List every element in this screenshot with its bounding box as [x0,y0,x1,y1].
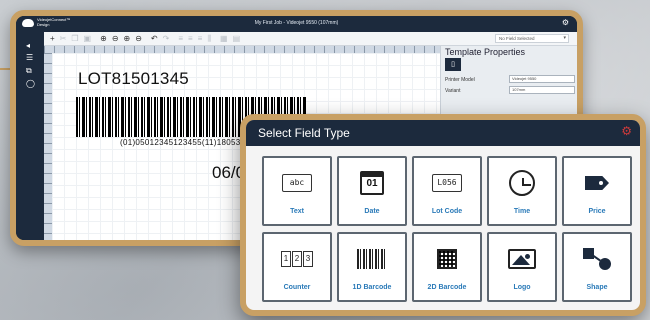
tile-date[interactable]: 01 Date [337,156,407,226]
align-left-icon[interactable]: ≡ [178,34,183,44]
tile-2d-barcode[interactable]: 2D Barcode [412,232,482,302]
tile-label: Logo [513,284,531,291]
zoom-out-icon[interactable]: ⊖ [112,34,119,44]
tile-label: Date [364,208,380,215]
tile-label: Text [290,208,304,215]
dialog-header: Select Field Type ⚙ [246,120,640,146]
tile-logo[interactable]: Logo [487,232,557,302]
calendar-icon: 01 [360,171,384,195]
align-center-icon[interactable]: ≡ [188,34,193,44]
tile-label: Lot Code [431,208,463,215]
ungroup-icon[interactable]: ▤ [233,34,241,44]
price-tag-icon [585,176,609,190]
tile-label: Shape [586,284,608,291]
tile-1d-barcode[interactable]: 1D Barcode [337,232,407,302]
variant-row: Variant 107mm [445,86,577,96]
menu-icon[interactable]: ☰ [26,54,33,62]
zoom-fit-icon[interactable]: ⊕ [124,34,131,44]
properties-title: Template Properties [445,47,526,57]
window-title: My First Job - Videojet 9550 (107mm) [254,20,339,26]
layers-icon[interactable]: ⧉ [26,67,32,75]
tile-lot-code[interactable]: L056 Lot Code [412,156,482,226]
select-field-type-dialog: Select Field Type ⚙ abc Text 01 Date L05… [240,114,646,316]
gear-icon[interactable]: ⚙ [562,19,569,27]
lot-code-field[interactable]: LOT81501345 [78,69,189,89]
zoom-reset-icon[interactable]: ⊖ [135,34,142,44]
collapse-arrow-icon[interactable]: ◂ [26,42,30,50]
copy-icon[interactable]: ❐ [71,34,78,44]
title-bar: VideojetConnect™ Design My First Job - V… [16,16,577,32]
redo-icon[interactable]: ↷ [163,34,170,44]
undo-icon[interactable]: ↶ [151,34,158,44]
variant-field[interactable]: 107mm [509,86,575,94]
image-icon [508,249,536,269]
barcode-human-readable: (01)05012345123455(11)18053 [120,138,241,147]
document-icon[interactable]: ▯ [445,58,461,71]
close-icon[interactable]: ⚙ [621,125,632,137]
counter-icon: 123 [281,251,313,267]
comment-icon[interactable]: ◯ [26,80,35,88]
add-icon[interactable]: + [50,34,55,44]
distribute-icon[interactable]: ⫼ [207,34,211,44]
tile-text[interactable]: abc Text [262,156,332,226]
toolbar: + ✂ ❐ ▣ ⊕ ⊖ ⊕ ⊖ ↶ ↷ ≡ ≡ ≡ ⫼ ▦ ▤ No Field… [44,32,577,46]
printer-model-row: Printer Model Videojet 9550 [445,75,577,85]
barcode-icon [357,249,387,269]
clock-icon [509,170,535,196]
cut-icon[interactable]: ✂ [60,34,67,44]
shapes-icon [583,248,611,270]
paste-icon[interactable]: ▣ [84,34,92,44]
dialog-title: Select Field Type [258,126,350,140]
printer-model-field[interactable]: Videojet 9550 [509,75,575,83]
tile-label: Counter [283,284,311,291]
printer-model-label: Printer Model [445,77,475,83]
align-right-icon[interactable]: ≡ [198,34,203,44]
field-select-value: No Field Selected [499,36,535,41]
tile-label: Price [588,208,606,215]
lot-code-icon: L056 [432,174,462,192]
left-sidebar: ◂ ☰ ⧉ ◯ [16,32,44,240]
text-icon: abc [282,174,312,192]
tile-label: 1D Barcode [352,284,392,291]
variant-label: Variant [445,88,461,94]
horizontal-ruler [44,46,440,53]
tile-price[interactable]: Price [562,156,632,226]
tile-label: Time [513,208,531,215]
tile-time[interactable]: Time [487,156,557,226]
vertical-ruler [44,53,52,240]
zoom-in-icon[interactable]: ⊕ [100,34,107,44]
qr-code-icon [437,249,457,269]
group-icon[interactable]: ▦ [220,34,228,44]
chevron-down-icon: ▾ [563,35,566,41]
field-select-dropdown[interactable]: No Field Selected ▾ [495,34,569,43]
tile-counter[interactable]: 123 Counter [262,232,332,302]
tile-label: 2D Barcode [427,284,467,291]
tile-shape[interactable]: Shape [562,232,632,302]
